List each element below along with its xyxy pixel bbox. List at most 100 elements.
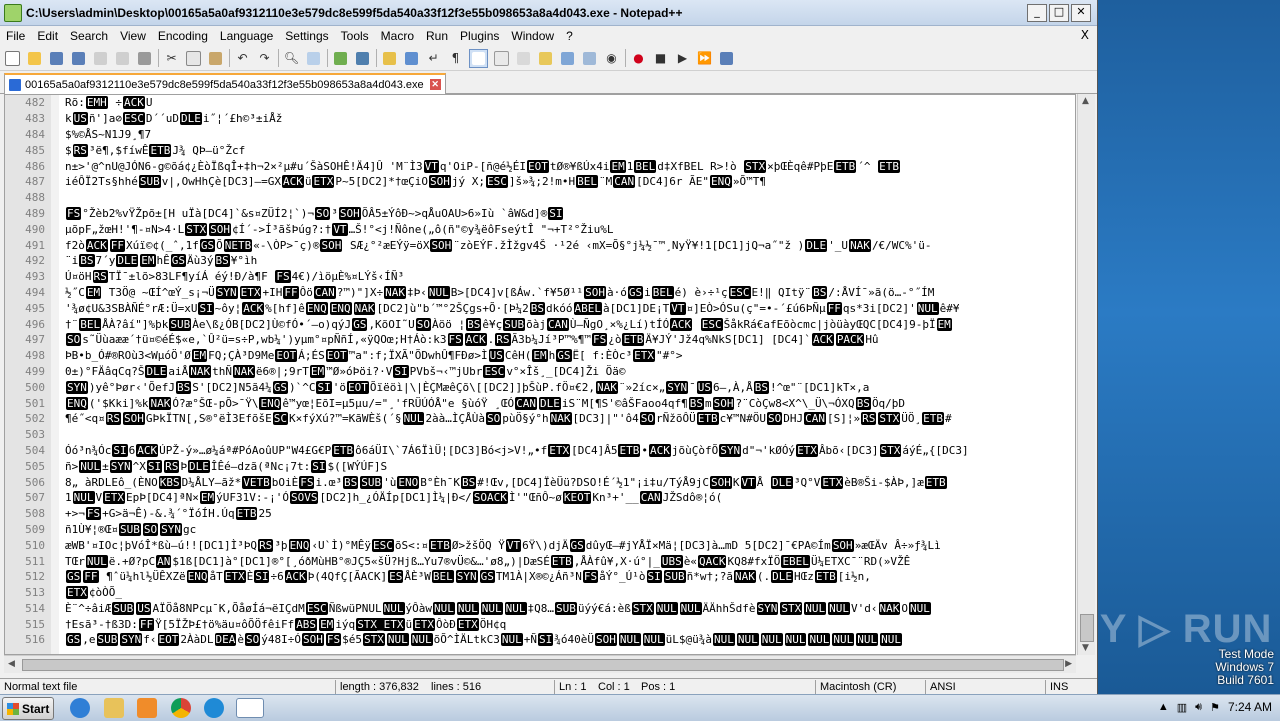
title-bar[interactable]: C:\Users\admin\Desktop\00165a5a0af931211…	[0, 0, 1097, 26]
clock[interactable]: 7:24 AM	[1228, 700, 1272, 714]
close-file-icon[interactable]	[92, 50, 109, 67]
horizontal-scrollbar[interactable]: ◀ ▶	[4, 655, 1076, 673]
new-file-icon[interactable]	[4, 50, 21, 67]
editor-line[interactable]: 504 Óó³n¾Óc SI 6 ACK ÚPŽ-ý»…ø¼áª#PóAoûUP"W4£G…	[5, 443, 1075, 459]
zoom-out-icon[interactable]	[354, 50, 371, 67]
menu-plugins[interactable]: Plugins	[454, 29, 505, 43]
editor-line[interactable]: 488	[5, 190, 1075, 206]
media-player-icon[interactable]	[137, 698, 157, 718]
close-button[interactable]: ✕	[1071, 3, 1091, 22]
scroll-right-icon[interactable]: ▶	[1065, 659, 1072, 669]
minimize-button[interactable]: _	[1027, 3, 1047, 22]
menu-edit[interactable]: Edit	[31, 29, 64, 43]
indent-guide-icon[interactable]	[469, 48, 488, 68]
print-icon[interactable]	[136, 50, 153, 67]
scroll-left-icon[interactable]: ◀	[8, 659, 15, 669]
doc-map-icon[interactable]	[515, 50, 532, 67]
chrome-icon[interactable]	[171, 698, 191, 718]
save-all-icon[interactable]	[70, 50, 87, 67]
stop-macro-icon[interactable]: ■	[652, 50, 669, 67]
editor-line[interactable]: 509 ñ1Ù¥¦®Œ¤ SUB SO SYN gc	[5, 522, 1075, 538]
menu-file[interactable]: File	[0, 29, 31, 43]
scroll-up-icon[interactable]: ▲	[1082, 96, 1089, 106]
show-all-chars-icon[interactable]: ¶	[447, 50, 464, 67]
editor-line[interactable]: 505 ñ> NUL ± SYN ^X SI RS Þ DLE ÎÊé—dzã(ªNc¡7t: SI $…	[5, 458, 1075, 474]
editor-line[interactable]: 515 †Esã³-†ß3D: FF Ÿ[5ÏŽÞ£†ö%äu¤ôÕÖfêiFf ABS…	[5, 616, 1075, 632]
eye-icon[interactable]: ◉	[603, 50, 620, 67]
menu-settings[interactable]: Settings	[279, 29, 334, 43]
vertical-scroll-thumb[interactable]	[1080, 614, 1094, 642]
internet-explorer-icon[interactable]	[70, 698, 90, 718]
start-button[interactable]: Start	[2, 697, 54, 720]
replace-icon[interactable]	[305, 50, 322, 67]
editor-line[interactable]: 507 1 NUL V ETX EpÞ[DC4]ªN× EM ýUF31V:-¡'Ó SOVS[…	[5, 490, 1075, 506]
editor-line[interactable]: 502 ¶é˝<q¤ RS SOH GÞkÏTN[,S®°ëÌ3EfõšE SC K×fýX…	[5, 411, 1075, 427]
editor-line[interactable]: 493 Ú¤öH RS TÏ¯±lõ>83LF¶yíÁ éý!Ð/à¶F FS 4€)/…	[5, 269, 1075, 285]
editor-line[interactable]: 501 ENQ ('$Kki]%k NAK Ó?æ°ŠŒ-pÕ>¯Ÿ\ ENQ ê™yœ¦E…	[5, 395, 1075, 411]
save-macro-icon[interactable]	[718, 50, 735, 67]
editor-line[interactable]: 497 SO s˜Üùaææ´†ü¤©éÉ$«e,`Û²ü=s÷P,wb¼')yµm…	[5, 332, 1075, 348]
editor-line[interactable]: 486 n±>'@^nU@JÓN6-g©õá¢¿ÈòÏßqÎ+‡h¬2×²µ#u´…	[5, 158, 1075, 174]
redo-icon[interactable]: ↷	[256, 50, 273, 67]
editor-line[interactable]: 496 †¨ BEL ÅÀ?âí"]%þk SUB Àe\ß¿ÓB[DC2]Ù©fÓ•´—…	[5, 316, 1075, 332]
editor-line[interactable]: 492 ¨i BS 7´y DLE EM hÊ GS Äù3ý BS ¥°ìh	[5, 253, 1075, 269]
notepadpp-taskbar-icon[interactable]	[236, 698, 264, 718]
word-wrap-icon[interactable]: ↵	[425, 50, 442, 67]
file-explorer-icon[interactable]	[104, 698, 124, 718]
editor-line[interactable]: 516 GS ,e SUB SYN f‹ EOT 2ÀàDL DEA è SO ý48I÷Ó SOH FS…	[5, 632, 1075, 648]
save-icon[interactable]	[48, 50, 65, 67]
editor-line[interactable]: 514 È¨^÷âiÆ SUB US AÏÖå8NPcµ¯K,ÕåøÍá¬ëIÇdM ES…	[5, 601, 1075, 617]
tray-network-icon[interactable]: ▥	[1177, 701, 1187, 714]
undo-icon[interactable]: ↶	[234, 50, 251, 67]
editor-line[interactable]: 503	[5, 427, 1075, 443]
tray-volume-icon[interactable]: 🔊︎	[1195, 701, 1202, 714]
editor-line[interactable]: 491 f2ò ACK FF Xúï©¢(_ˆ,1f GS Õ NETB «-\ÒP>¯ç)® S…	[5, 237, 1075, 253]
play-macro-icon[interactable]: ▶	[674, 50, 691, 67]
scroll-down-icon[interactable]: ▼	[1082, 643, 1089, 653]
editor-line[interactable]: 495 '¾ø¢U&3SBÀÑÉ°rÆ:Ü=xU SI ~ôy¦ ACK %[hf]ê EN…	[5, 300, 1075, 316]
folder-workspace-icon[interactable]	[559, 50, 576, 67]
editor-line[interactable]: 485 $ RS ³ë¶,$fíwÊ ETB J¾ QÞ—ü°Žcf	[5, 142, 1075, 158]
menu-help[interactable]: ?	[560, 29, 579, 43]
editor-line[interactable]: 482 Rõ: EMH ÷ ACK U	[5, 95, 1075, 111]
tray-show-hidden-icon[interactable]: ▲	[1158, 701, 1169, 713]
menu-macro[interactable]: Macro	[375, 29, 420, 43]
editor-line[interactable]: 508 +>¬ FS +G>ä¬Ê)-&.¾´°ÏóÍH.Úq ETB 25	[5, 506, 1075, 522]
tray-flag-icon[interactable]: ⚑	[1210, 701, 1220, 714]
edge-icon[interactable]	[204, 698, 224, 718]
menu-encoding[interactable]: Encoding	[152, 29, 214, 43]
cut-icon[interactable]: ✂	[163, 50, 180, 67]
editor-line[interactable]: 513 ETX ¢òÒÕ_	[5, 585, 1075, 601]
sync-vertical-icon[interactable]	[381, 50, 398, 67]
record-macro-icon[interactable]: ●	[630, 50, 647, 67]
tab-close-icon[interactable]: ✕	[429, 79, 441, 90]
find-icon[interactable]: 🔍︎	[283, 50, 300, 67]
editor-line[interactable]: 483 k US ñ']a⊘ ESC D´´uD DLE i˝¦´£h©³±iÅž	[5, 111, 1075, 127]
copy-icon[interactable]	[185, 50, 202, 67]
editor-line[interactable]: 484 $%©ÅS~N1J9¸¶7	[5, 127, 1075, 143]
editor-line[interactable]: 489 FS °Žèb2%vŸŽpõ±[H uÏà[DC4]`&s¤ZÜÍ2¦`)¬…	[5, 206, 1075, 222]
zoom-in-icon[interactable]	[332, 50, 349, 67]
sync-horizontal-icon[interactable]	[403, 50, 420, 67]
language-icon[interactable]	[493, 50, 510, 67]
editor-line[interactable]: 487 iéÔÏ2Ts§hhé SUB v|,OwHhÇè[DC3]—=GX ACK ü E…	[5, 174, 1075, 190]
editor-line[interactable]: 512 GS FF ¶ˆü¼hl½ÜÊXZë ENQ åT ETX È SI ÷6 ACK Þ(4Q…	[5, 569, 1075, 585]
menu-view[interactable]: View	[114, 29, 152, 43]
editor-line[interactable]: 510 æWB'¤IOc¦þVóÎ*ßù—ú!![DC1]Ì³ÞQ RS ³þ ENQ ‹…	[5, 537, 1075, 553]
monitoring-icon[interactable]	[581, 50, 598, 67]
editor-line[interactable]: 499 0±)°FÄâqCq?Š DLE aiÅ NAK thÑ NAK ë6®|;9rT EM…	[5, 364, 1075, 380]
menu-tools[interactable]: Tools	[335, 29, 375, 43]
menu-window[interactable]: Window	[505, 29, 560, 43]
editor-line[interactable]: 511 TŒr NUL ë.+Ø?pC AN $1ß[DC1]à°[DC1]®°[¸óðM…	[5, 553, 1075, 569]
maximize-button[interactable]: □	[1049, 3, 1069, 22]
close-all-icon[interactable]	[114, 50, 131, 67]
editor-line[interactable]: 506 8„ àRDLEô_(ÈNO KBS D¼ÅLY—ãž* VETB bOiÈ FS i…	[5, 474, 1075, 490]
open-file-icon[interactable]	[26, 50, 43, 67]
menu-run[interactable]: Run	[420, 29, 454, 43]
menu-search[interactable]: Search	[64, 29, 114, 43]
menu-language[interactable]: Language	[214, 29, 279, 43]
editor-line[interactable]: 490 µõpF„žœH!'¶-¤N>4·L STX SOH ¢Í´->Í³ãšÞúg?…	[5, 221, 1075, 237]
play-multiple-icon[interactable]: ⏩	[696, 50, 713, 67]
function-list-icon[interactable]	[537, 50, 554, 67]
editor-line[interactable]: 500 SYN)yê°Þør‹'ÕefJ BS S'[DC2]N5ã4¼ GS)`^C S…	[5, 379, 1075, 395]
